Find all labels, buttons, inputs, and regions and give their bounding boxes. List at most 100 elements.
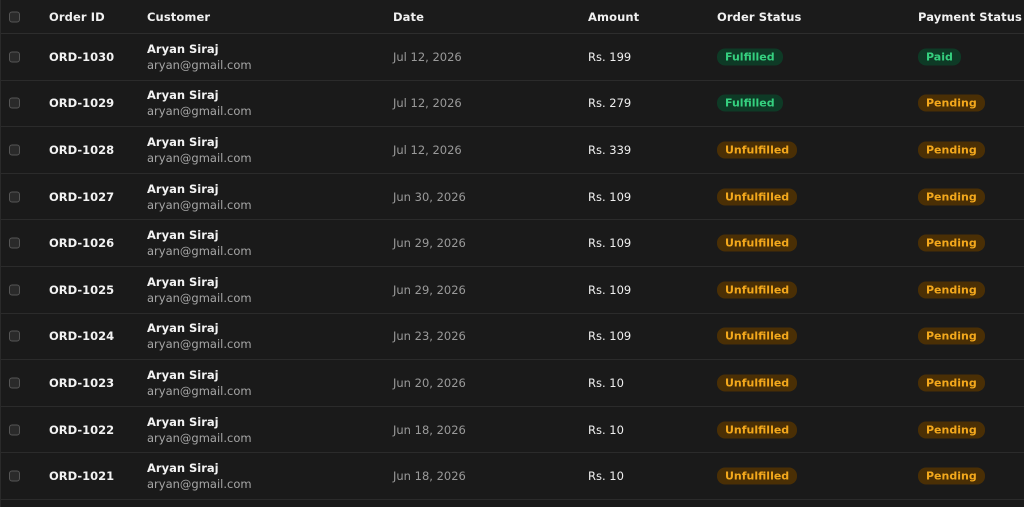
order-date: Jun 23, 2026 [393,329,466,344]
order-id[interactable]: ORD-1023 [49,376,114,390]
row-checkbox[interactable] [9,144,20,156]
table-row[interactable]: ORD-1021 Aryan Siraj aryan@gmail.com Jun… [1,453,1024,500]
header-date[interactable]: Date [393,10,424,24]
order-date: Jun 18, 2026 [393,422,466,437]
customer-name: Aryan Siraj [147,461,219,476]
customer-email: aryan@gmail.com [147,337,252,352]
payment-status-badge: Pending [918,327,985,345]
customer-cell: Aryan Siraj aryan@gmail.com [147,87,252,119]
checkbox-icon [9,470,20,482]
order-amount: Rs. 279 [588,96,632,111]
order-amount: Rs. 109 [588,282,632,297]
customer-cell: Aryan Siraj aryan@gmail.com [147,460,252,492]
customer-name: Aryan Siraj [147,88,219,103]
order-amount: Rs. 199 [588,49,632,64]
customer-name: Aryan Siraj [147,228,219,243]
select-all-checkbox[interactable] [9,11,20,22]
table-row[interactable]: ORD-1026 Aryan Siraj aryan@gmail.com Jun… [1,220,1024,267]
order-id[interactable]: ORD-1025 [49,283,114,297]
order-id[interactable]: ORD-1029 [49,96,114,110]
customer-cell: Aryan Siraj aryan@gmail.com [147,274,252,306]
order-date: Jul 12, 2026 [393,49,462,64]
table-row[interactable]: ORD-1023 Aryan Siraj aryan@gmail.com Jun… [1,360,1024,407]
row-checkbox[interactable] [9,424,20,436]
order-status-badge: Fulfilled [717,48,783,66]
table-row[interactable]: ORD-1029 Aryan Siraj aryan@gmail.com Jul… [1,81,1024,128]
order-id[interactable]: ORD-1022 [49,423,114,437]
order-id[interactable]: ORD-1030 [49,50,114,64]
order-status-badge: Unfulfilled [717,234,798,252]
customer-cell: Aryan Siraj aryan@gmail.com [147,41,252,73]
order-status-badge: Unfulfilled [717,467,798,485]
table-row[interactable]: ORD-1030 Aryan Siraj aryan@gmail.com Jul… [1,34,1024,81]
customer-cell: Aryan Siraj aryan@gmail.com [147,134,252,166]
row-checkbox[interactable] [9,237,20,249]
order-amount: Rs. 339 [588,142,632,157]
order-status-badge: Unfulfilled [717,281,798,299]
checkbox-icon [9,97,20,109]
payment-status-badge: Pending [918,141,985,159]
header-order-id[interactable]: Order ID [49,10,105,24]
customer-email: aryan@gmail.com [147,197,252,212]
customer-name: Aryan Siraj [147,41,219,56]
checkbox-icon [9,11,20,22]
row-checkbox[interactable] [9,377,20,389]
table-header: Order ID Customer Date Amount Order Stat… [1,0,1024,34]
payment-status-badge: Pending [918,188,985,206]
order-status-badge: Unfulfilled [717,374,798,392]
row-checkbox[interactable] [9,51,20,63]
payment-status-badge: Pending [918,94,985,112]
payment-status-badge: Pending [918,421,985,439]
order-id[interactable]: ORD-1026 [49,236,114,250]
customer-email: aryan@gmail.com [147,244,252,259]
header-amount[interactable]: Amount [588,10,639,24]
customer-name: Aryan Siraj [147,181,219,196]
row-checkbox[interactable] [9,470,20,482]
header-order-status[interactable]: Order Status [717,10,801,24]
customer-name: Aryan Siraj [147,321,219,336]
customer-email: aryan@gmail.com [147,104,252,119]
order-date: Jun 18, 2026 [393,469,466,484]
order-amount: Rs. 109 [588,329,632,344]
customer-email: aryan@gmail.com [147,383,252,398]
order-id[interactable]: ORD-1024 [49,329,114,343]
order-id[interactable]: ORD-1027 [49,190,114,204]
row-checkbox[interactable] [9,330,20,342]
table-row[interactable]: ORD-1027 Aryan Siraj aryan@gmail.com Jun… [1,174,1024,221]
customer-cell: Aryan Siraj aryan@gmail.com [147,320,252,352]
payment-status-badge: Pending [918,234,985,252]
payment-status-badge: Pending [918,374,985,392]
orders-table: Order ID Customer Date Amount Order Stat… [0,0,1024,507]
table-row[interactable]: ORD-1024 Aryan Siraj aryan@gmail.com Jun… [1,314,1024,361]
row-checkbox[interactable] [9,191,20,203]
row-checkbox[interactable] [9,97,20,109]
header-customer[interactable]: Customer [147,10,210,24]
checkbox-icon [9,144,20,156]
checkbox-icon [9,377,20,389]
order-amount: Rs. 10 [588,469,624,484]
table-row[interactable]: ORD-1025 Aryan Siraj aryan@gmail.com Jun… [1,267,1024,314]
table-row[interactable]: ORD-1028 Aryan Siraj aryan@gmail.com Jul… [1,127,1024,174]
customer-cell: Aryan Siraj aryan@gmail.com [147,181,252,213]
customer-email: aryan@gmail.com [147,57,252,72]
checkbox-icon [9,51,20,63]
order-amount: Rs. 10 [588,422,624,437]
row-checkbox[interactable] [9,284,20,296]
customer-name: Aryan Siraj [147,414,219,429]
customer-email: aryan@gmail.com [147,150,252,165]
checkbox-icon [9,237,20,249]
checkbox-icon [9,284,20,296]
customer-cell: Aryan Siraj aryan@gmail.com [147,227,252,259]
order-date: Jun 20, 2026 [393,375,466,390]
order-status-badge: Unfulfilled [717,141,798,159]
customer-name: Aryan Siraj [147,134,219,149]
order-status-badge: Unfulfilled [717,327,798,345]
order-id[interactable]: ORD-1028 [49,143,114,157]
header-payment-status[interactable]: Payment Status [918,10,1022,24]
order-date: Jun 29, 2026 [393,282,466,297]
order-status-badge: Unfulfilled [717,188,798,206]
order-id[interactable]: ORD-1021 [49,469,114,483]
table-row[interactable]: ORD-1022 Aryan Siraj aryan@gmail.com Jun… [1,407,1024,454]
customer-name: Aryan Siraj [147,367,219,382]
checkbox-icon [9,191,20,203]
